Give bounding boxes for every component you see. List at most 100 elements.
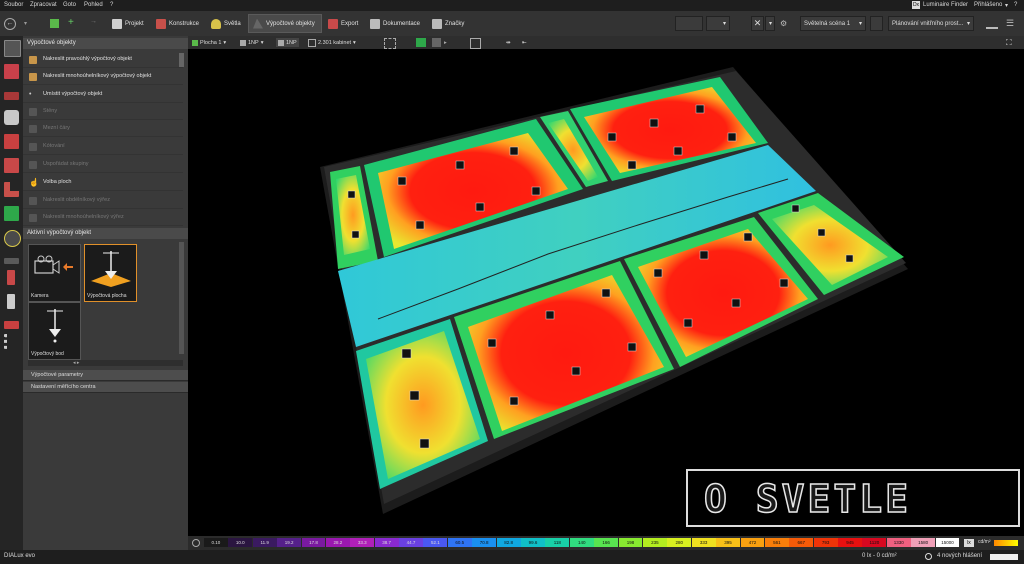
eye-icon[interactable] — [4, 230, 21, 247]
tab-vypoctove-objekty[interactable]: Výpočtové objekty — [248, 14, 322, 33]
view-mode2-icon[interactable] — [432, 38, 441, 47]
tool-place-object[interactable]: • Umístit výpočtový objekt — [23, 86, 183, 103]
planning-select[interactable]: Plánování vnitřního prost... ▾ — [888, 16, 974, 31]
floor-icon[interactable] — [4, 182, 19, 197]
tool-surface-selection[interactable]: ☝ Volba ploch — [23, 174, 183, 191]
room-select[interactable]: 2.301 kabinet ▾ — [308, 38, 356, 47]
legend-cell: 667 — [789, 538, 814, 547]
document-icon — [370, 18, 380, 29]
tool-draw-rect[interactable]: Nakreslit pravoúhlý výpočtový objekt — [23, 51, 183, 68]
legend-cell: 99.6 — [521, 538, 545, 547]
wall-icon[interactable] — [4, 134, 19, 149]
sun-icon[interactable] — [192, 539, 200, 547]
dropdown-chevron-icon[interactable]: ▾ — [24, 20, 27, 27]
cube-icon[interactable] — [4, 64, 19, 79]
legend-cell: 0.10 — [204, 538, 228, 547]
menu-pohled[interactable]: Pohled — [84, 2, 103, 8]
tile-scroll-track[interactable] — [28, 360, 183, 366]
tab-znacky[interactable]: Značky — [428, 14, 468, 33]
section-measurement-center[interactable]: Nastavení měřícího centra — [23, 382, 188, 393]
legend-cell: 1330 — [886, 538, 911, 547]
floor-button[interactable]: 1NP — [276, 38, 299, 47]
luminance-readout: 0 lx - 0 cd/m² — [862, 553, 897, 559]
tile-calc-point[interactable]: Výpočtový bod — [28, 302, 81, 360]
help-icon[interactable]: ? — [1014, 2, 1017, 8]
add-icon[interactable]: + — [68, 17, 74, 28]
legend-cell: 140 — [569, 538, 594, 547]
menu-icon[interactable]: ☰ — [1006, 18, 1014, 29]
menu-help[interactable]: ? — [110, 2, 113, 8]
tool-boundary-lines[interactable]: Mezní čáry — [23, 120, 183, 137]
tile-nav-icon[interactable]: ◂ ▸ — [73, 360, 79, 366]
fullscreen-icon[interactable]: ⛶ — [1006, 38, 1012, 47]
section-calc-parameters[interactable]: Výpočtové parametry — [23, 370, 188, 381]
legend-cell: 33.3 — [350, 538, 375, 547]
project-icon — [112, 18, 122, 29]
save-icon[interactable] — [50, 19, 59, 28]
floor-select[interactable]: 1NP ▾ — [240, 38, 263, 47]
cylinder-icon[interactable] — [4, 110, 19, 125]
groups-icon — [29, 161, 37, 169]
view-toolbar: Plocha 1 ▾ 1NP ▾ 1NP 2.301 kabinet ▾ ▸ ⇹ ⇤ … — [188, 36, 1024, 49]
login-menu[interactable]: Přihlášeno — [974, 2, 1002, 8]
menu-goto[interactable]: Goto — [63, 2, 76, 8]
tab-dokumentace[interactable]: Dokumentace — [366, 14, 424, 33]
page-icon[interactable] — [7, 294, 15, 309]
report-icon[interactable] — [7, 270, 15, 285]
bars-icon[interactable] — [4, 334, 22, 349]
zoom-fit-icon[interactable] — [470, 38, 481, 49]
surface-select[interactable]: Plocha 1 ▾ — [192, 38, 226, 47]
tool-walls[interactable]: Stěny — [23, 103, 183, 120]
tab-konstrukce[interactable]: Konstrukce — [152, 14, 203, 33]
messages-link[interactable]: 4 nových hlášení — [937, 553, 982, 559]
scrollbar[interactable] — [179, 242, 184, 354]
tile-calc-surface[interactable]: Výpočtová plocha — [84, 244, 137, 302]
legend-cell: 118 — [545, 538, 570, 547]
legend-cell: 44.7 — [399, 538, 423, 547]
color-legend: 0.10 10.0 11.9 19.2 17.8 28.2 33.3 38.7 44.7 52.1… — [188, 536, 1024, 550]
tool-arrange-groups[interactable]: Uspořádat skupiny — [23, 156, 183, 173]
menu-zpracovat[interactable]: Zpracovat — [30, 2, 57, 8]
calc-surface-icon — [91, 251, 131, 287]
step-dropdown[interactable]: ▾ — [706, 16, 730, 31]
palette-icon[interactable] — [994, 540, 1018, 546]
back-icon[interactable]: ← — [4, 18, 16, 30]
unit-toggle[interactable]: lx — [964, 539, 974, 547]
tab-projekt[interactable]: Projekt — [108, 14, 148, 33]
view-mode-icon[interactable] — [416, 38, 426, 47]
selection-icon[interactable] — [384, 38, 396, 49]
align-icon[interactable]: ⇹ — [506, 38, 511, 47]
chevron-right-icon[interactable]: ▸ — [444, 38, 447, 47]
legend-cell: 70.8 — [472, 538, 497, 547]
forward-icon[interactable]: → — [90, 18, 97, 25]
chevron-down-icon[interactable]: ▾ — [765, 16, 775, 31]
floor-icon — [278, 39, 284, 46]
distribute-icon[interactable]: ⇤ — [522, 38, 527, 47]
tool-rect-cutout[interactable]: Nakreslit obdélníkový výřez — [23, 192, 183, 209]
rectangle-icon — [29, 56, 37, 64]
chevron-down-icon[interactable]: ▾ — [1005, 2, 1008, 9]
3d-viewport[interactable]: O SVETLE — [188, 49, 1024, 536]
menu-soubor[interactable]: Soubor — [4, 2, 23, 8]
tool-draw-polygon[interactable]: Nakreslit mnohoúhelníkový výpočtový obje… — [23, 68, 183, 85]
frame-icon[interactable] — [4, 321, 19, 329]
tool-dimensioning[interactable]: Kótování — [23, 138, 183, 155]
pen-icon[interactable] — [986, 19, 998, 29]
legend-cell: 166 — [594, 538, 619, 547]
emergency-exit-icon[interactable] — [4, 206, 19, 221]
calc-surface-icon[interactable] — [4, 40, 21, 57]
tab-svetla[interactable]: Světla — [207, 14, 245, 33]
ceiling-icon[interactable] — [4, 92, 19, 100]
tool-polygon-cutout[interactable]: Nakreslit mnohoúhelníkový výřez — [23, 209, 183, 226]
room-icon[interactable] — [4, 158, 19, 173]
legend-cell: 395 — [716, 538, 740, 547]
lamp-icon — [211, 18, 221, 29]
close-icon[interactable]: ✕ — [751, 16, 764, 31]
luminaire-finder-link[interactable]: Luminaire Finder — [923, 2, 968, 8]
light-scene-select[interactable]: Světelná scéna 1 ▾ — [800, 16, 866, 31]
chevron-down-icon: ▾ — [858, 21, 862, 27]
tile-camera[interactable]: Kamera — [28, 244, 81, 302]
tab-export[interactable]: Export — [324, 14, 362, 33]
scene-options-button[interactable] — [870, 16, 883, 31]
gear-icon[interactable]: ⚙ — [780, 19, 787, 28]
